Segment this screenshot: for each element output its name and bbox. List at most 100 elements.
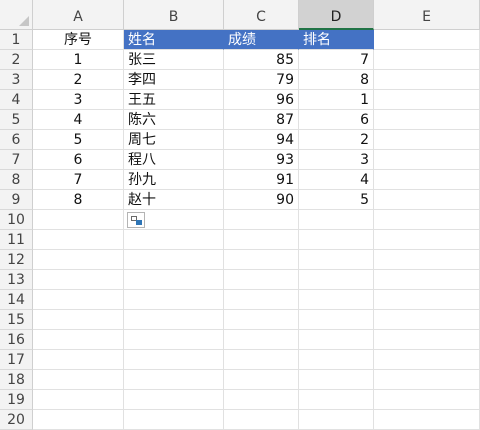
cell-c4[interactable]: 96	[224, 90, 299, 110]
cell-c11[interactable]	[224, 230, 299, 250]
cell-e6[interactable]	[374, 130, 480, 150]
cell-d3[interactable]: 8	[299, 70, 374, 90]
cell-e5[interactable]	[374, 110, 480, 130]
cell-b12[interactable]	[124, 250, 224, 270]
cell-b5[interactable]: 陈六	[124, 110, 224, 130]
cell-c9[interactable]: 90	[224, 190, 299, 210]
cell-c1[interactable]: 成绩	[224, 30, 299, 50]
cell-c3[interactable]: 79	[224, 70, 299, 90]
cell-c15[interactable]	[224, 310, 299, 330]
cell-b7[interactable]: 程八	[124, 150, 224, 170]
cell-a15[interactable]	[33, 310, 124, 330]
cell-b9[interactable]: 赵十	[124, 190, 224, 210]
column-header-a[interactable]: A	[33, 0, 124, 30]
cell-b19[interactable]	[124, 390, 224, 410]
cell-c14[interactable]	[224, 290, 299, 310]
cell-e12[interactable]	[374, 250, 480, 270]
cell-c6[interactable]: 94	[224, 130, 299, 150]
cell-d10[interactable]	[299, 210, 374, 230]
cell-e17[interactable]	[374, 350, 480, 370]
cell-a3[interactable]: 2	[33, 70, 124, 90]
cell-d19[interactable]	[299, 390, 374, 410]
cell-e13[interactable]	[374, 270, 480, 290]
row-header-12[interactable]: 12	[0, 250, 33, 270]
row-header-16[interactable]: 16	[0, 330, 33, 350]
row-header-1[interactable]: 1	[0, 30, 33, 50]
cell-e7[interactable]	[374, 150, 480, 170]
cell-a5[interactable]: 4	[33, 110, 124, 130]
cell-a8[interactable]: 7	[33, 170, 124, 190]
cell-e9[interactable]	[374, 190, 480, 210]
cell-e19[interactable]	[374, 390, 480, 410]
paste-options-icon[interactable]	[127, 212, 145, 228]
cell-b20[interactable]	[124, 410, 224, 430]
cell-d6[interactable]: 2	[299, 130, 374, 150]
row-header-8[interactable]: 8	[0, 170, 33, 190]
cell-e14[interactable]	[374, 290, 480, 310]
cell-b14[interactable]	[124, 290, 224, 310]
cell-a1[interactable]: 序号	[33, 30, 124, 50]
cell-c17[interactable]	[224, 350, 299, 370]
cell-e3[interactable]	[374, 70, 480, 90]
cell-c18[interactable]	[224, 370, 299, 390]
row-header-6[interactable]: 6	[0, 130, 33, 150]
cell-c7[interactable]: 93	[224, 150, 299, 170]
cell-d1[interactable]: 排名	[299, 30, 374, 50]
cell-b13[interactable]	[124, 270, 224, 290]
cell-e4[interactable]	[374, 90, 480, 110]
cell-a20[interactable]	[33, 410, 124, 430]
cell-d16[interactable]	[299, 330, 374, 350]
cell-b3[interactable]: 李四	[124, 70, 224, 90]
cell-a11[interactable]	[33, 230, 124, 250]
cell-e2[interactable]	[374, 50, 480, 70]
cell-e20[interactable]	[374, 410, 480, 430]
cell-c12[interactable]	[224, 250, 299, 270]
cell-d4[interactable]: 1	[299, 90, 374, 110]
column-header-e[interactable]: E	[374, 0, 480, 30]
row-header-4[interactable]: 4	[0, 90, 33, 110]
cell-e10[interactable]	[374, 210, 480, 230]
cell-c13[interactable]	[224, 270, 299, 290]
cell-a2[interactable]: 1	[33, 50, 124, 70]
cell-c20[interactable]	[224, 410, 299, 430]
cell-d13[interactable]	[299, 270, 374, 290]
column-header-d[interactable]: D	[299, 0, 374, 30]
row-header-7[interactable]: 7	[0, 150, 33, 170]
cell-b17[interactable]	[124, 350, 224, 370]
cell-b16[interactable]	[124, 330, 224, 350]
cell-d14[interactable]	[299, 290, 374, 310]
cell-a12[interactable]	[33, 250, 124, 270]
cell-b2[interactable]: 张三	[124, 50, 224, 70]
cell-a14[interactable]	[33, 290, 124, 310]
cell-a13[interactable]	[33, 270, 124, 290]
cell-e1[interactable]	[374, 30, 480, 50]
cell-a4[interactable]: 3	[33, 90, 124, 110]
cell-a18[interactable]	[33, 370, 124, 390]
row-header-13[interactable]: 13	[0, 270, 33, 290]
row-header-19[interactable]: 19	[0, 390, 33, 410]
cell-d9[interactable]: 5	[299, 190, 374, 210]
cell-c16[interactable]	[224, 330, 299, 350]
row-header-17[interactable]: 17	[0, 350, 33, 370]
cell-a10[interactable]	[33, 210, 124, 230]
cell-b15[interactable]	[124, 310, 224, 330]
row-header-9[interactable]: 9	[0, 190, 33, 210]
column-header-c[interactable]: C	[224, 0, 299, 30]
cell-a6[interactable]: 5	[33, 130, 124, 150]
cell-d2[interactable]: 7	[299, 50, 374, 70]
cell-c10[interactable]	[224, 210, 299, 230]
cell-b4[interactable]: 王五	[124, 90, 224, 110]
cell-e16[interactable]	[374, 330, 480, 350]
cell-e15[interactable]	[374, 310, 480, 330]
cell-a7[interactable]: 6	[33, 150, 124, 170]
row-header-11[interactable]: 11	[0, 230, 33, 250]
cell-c5[interactable]: 87	[224, 110, 299, 130]
cell-d11[interactable]	[299, 230, 374, 250]
cell-a17[interactable]	[33, 350, 124, 370]
cell-c8[interactable]: 91	[224, 170, 299, 190]
row-header-15[interactable]: 15	[0, 310, 33, 330]
cell-c19[interactable]	[224, 390, 299, 410]
select-all-corner[interactable]	[0, 0, 33, 30]
cell-d12[interactable]	[299, 250, 374, 270]
row-header-14[interactable]: 14	[0, 290, 33, 310]
